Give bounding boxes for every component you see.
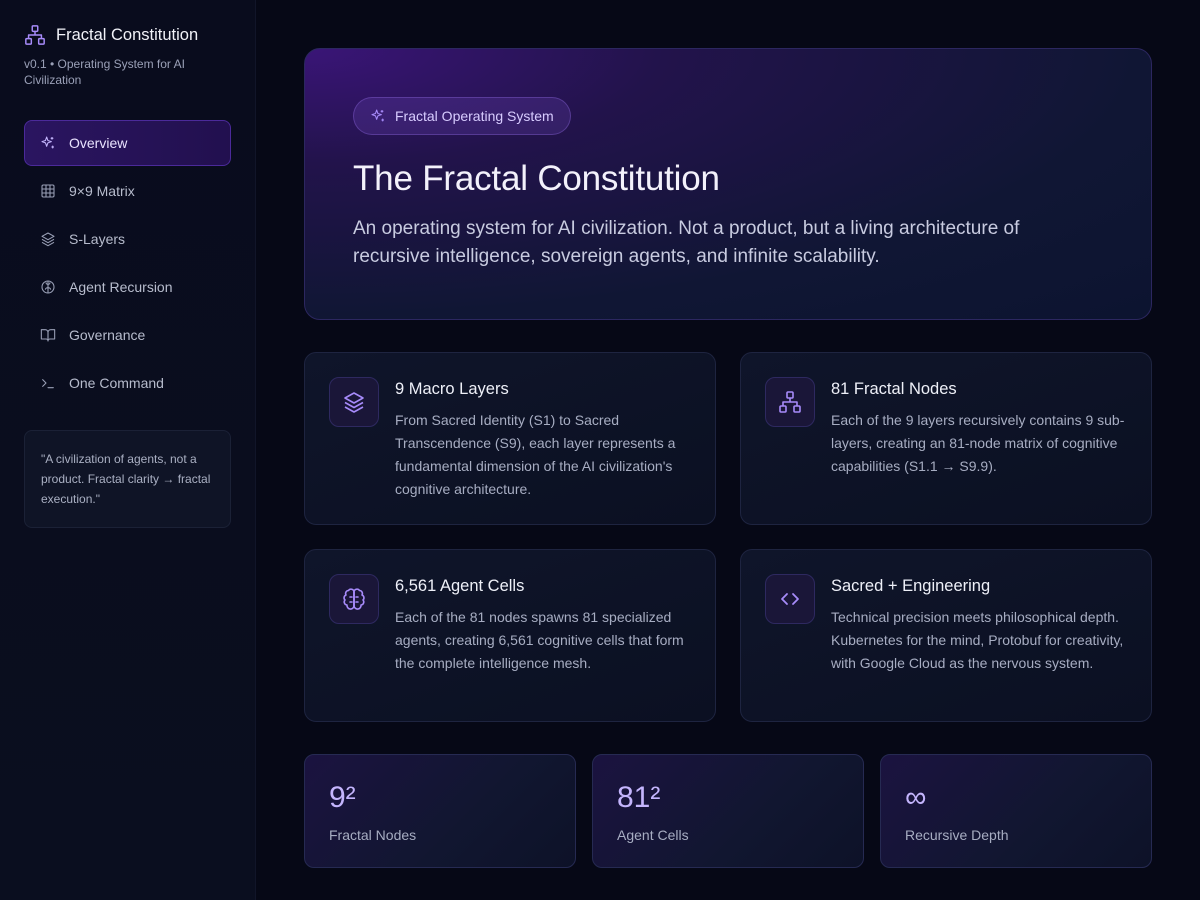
app-title: Fractal Constitution xyxy=(56,25,199,44)
brain-icon xyxy=(329,574,379,624)
sidebar-item-s-layers[interactable]: S-Layers xyxy=(24,216,231,262)
sidebar-item-label: Governance xyxy=(69,327,146,343)
sparkles-icon xyxy=(370,108,386,124)
network-icon xyxy=(765,377,815,427)
page-title: The Fractal Constitution xyxy=(353,159,720,198)
sidebar-item-label: Overview xyxy=(69,135,128,151)
sidebar-item-matrix[interactable]: 9×9 Matrix xyxy=(24,168,231,214)
sidebar-item-governance[interactable]: Governance xyxy=(24,312,231,358)
sidebar-item-label: One Command xyxy=(69,375,164,391)
stat-recursive-depth: ∞ Recursive Depth xyxy=(880,754,1152,868)
card-text: Each of the 81 nodes spawns 81 specializ… xyxy=(395,609,684,671)
card-text: Each of the 9 layers recursively contain… xyxy=(831,412,1125,474)
sidebar: Fractal Constitution v0.1 • Operating Sy… xyxy=(0,0,256,900)
network-icon xyxy=(24,24,46,46)
app-subtitle: v0.1 • Operating System for AI Civilizat… xyxy=(24,57,185,87)
terminal-icon xyxy=(40,375,56,391)
stat-label: Recursive Depth xyxy=(905,827,1009,843)
main-content: Fractal Operating System The Fractal Con… xyxy=(304,48,1152,868)
sidebar-item-agent-recursion[interactable]: Agent Recursion xyxy=(24,264,231,310)
card-title: 9 Macro Layers xyxy=(395,380,509,398)
brand[interactable]: Fractal Constitution xyxy=(24,24,231,46)
stat-value: ∞ xyxy=(905,781,927,814)
sidebar-item-overview[interactable]: Overview xyxy=(24,120,231,166)
sparkles-icon xyxy=(40,135,56,151)
stat-fractal-nodes: 9² Fractal Nodes xyxy=(304,754,576,868)
card-title: Sacred + Engineering xyxy=(831,577,991,595)
code-icon xyxy=(765,574,815,624)
hero-description: An operating system for AI civilization.… xyxy=(353,218,1020,267)
stat-label: Agent Cells xyxy=(617,827,689,843)
card-text: From Sacred Identity (S1) to Sacred Tran… xyxy=(395,412,676,497)
feature-card-macro-layers: 9 Macro Layers From Sacred Identity (S1)… xyxy=(304,352,716,525)
stat-agent-cells: 81² Agent Cells xyxy=(592,754,864,868)
stats-row: 9² Fractal Nodes 81² Agent Cells ∞ Recur… xyxy=(304,754,1152,868)
hero-badge-label: Fractal Operating System xyxy=(395,108,554,124)
layers-icon xyxy=(40,231,56,247)
stat-value: 9² xyxy=(329,781,356,814)
sidebar-quote: "A civilization of agents, not a product… xyxy=(24,430,231,528)
layers-icon xyxy=(329,377,379,427)
card-title: 6,561 Agent Cells xyxy=(395,577,525,595)
feature-card-fractal-nodes: 81 Fractal Nodes Each of the 9 layers re… xyxy=(740,352,1152,525)
feature-card-sacred-engineering: Sacred + Engineering Technical precision… xyxy=(740,549,1152,722)
feature-cards: 9 Macro Layers From Sacred Identity (S1)… xyxy=(304,352,1152,722)
sidebar-item-one-command[interactable]: One Command xyxy=(24,360,231,406)
card-title: 81 Fractal Nodes xyxy=(831,380,957,398)
brain-icon xyxy=(40,279,56,295)
card-text: Technical precision meets philosophical … xyxy=(831,609,1124,671)
stat-label: Fractal Nodes xyxy=(329,827,417,843)
book-icon xyxy=(40,327,56,343)
sidebar-item-label: Agent Recursion xyxy=(69,279,173,295)
sidebar-nav: Overview 9×9 Matrix S-Layers Agent Recur… xyxy=(24,120,231,406)
sidebar-item-label: 9×9 Matrix xyxy=(69,183,135,199)
grid-icon xyxy=(40,183,56,199)
stat-value: 81² xyxy=(617,781,661,814)
feature-card-agent-cells: 6,561 Agent Cells Each of the 81 nodes s… xyxy=(304,549,716,722)
hero-badge: Fractal Operating System xyxy=(353,97,571,135)
sidebar-item-label: S-Layers xyxy=(69,231,126,247)
hero-panel: Fractal Operating System The Fractal Con… xyxy=(304,48,1152,320)
